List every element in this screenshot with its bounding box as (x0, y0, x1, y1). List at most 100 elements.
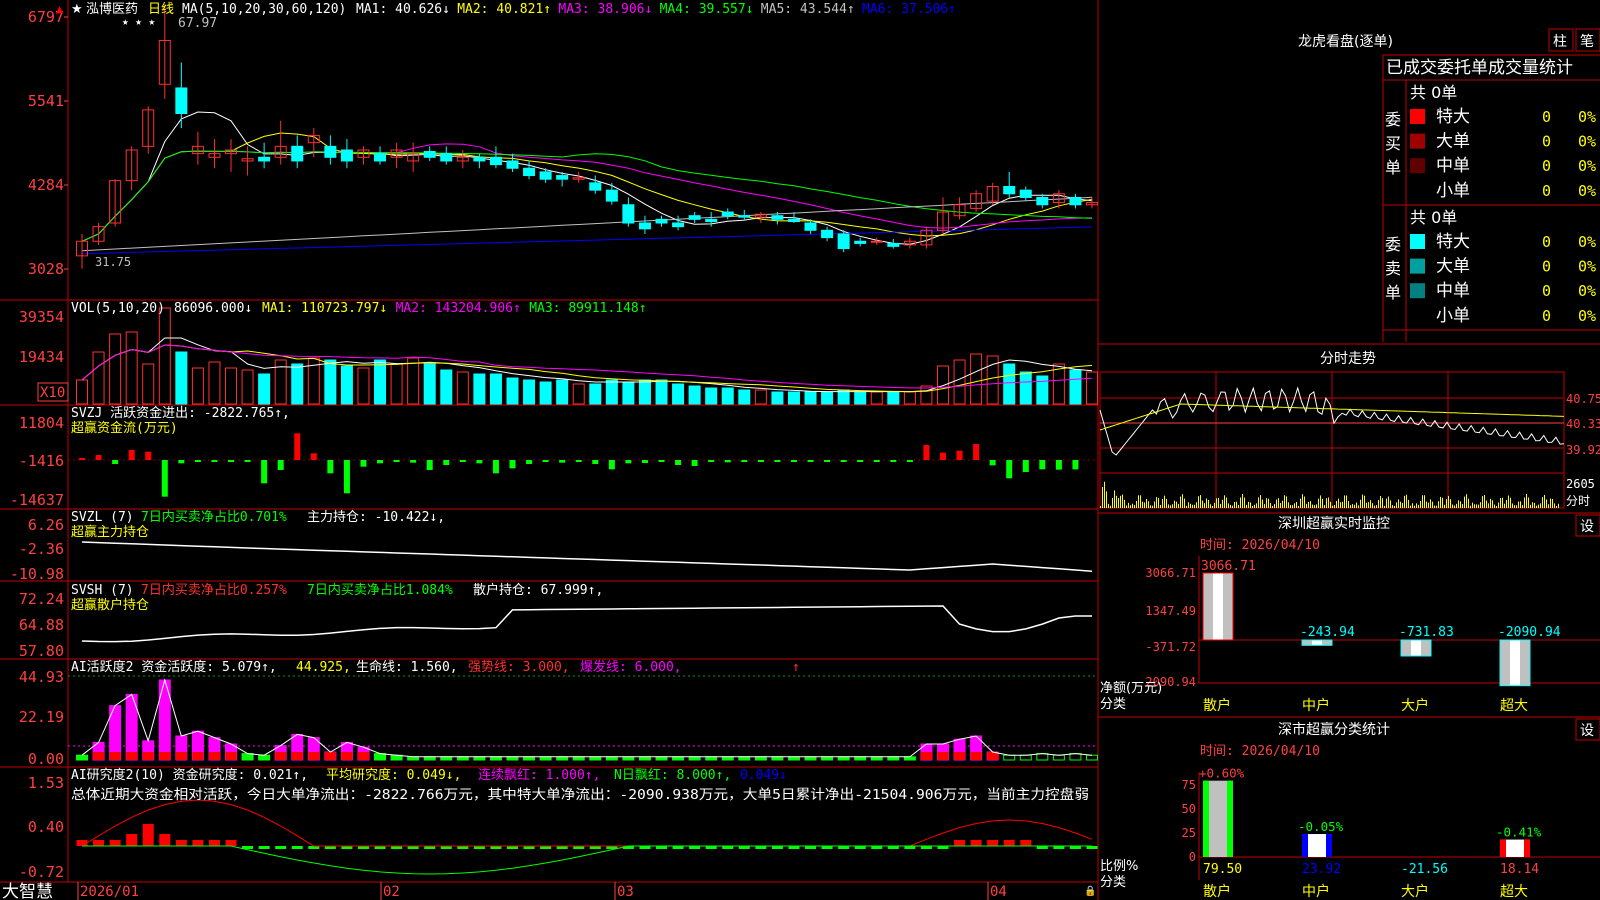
classify-tick: 50 (1182, 802, 1196, 816)
ma-title: MA(5,10,20,30,60,120) (182, 2, 346, 17)
intraday-vol-bar (1346, 495, 1347, 508)
dragon-panel[interactable]: 龙虎看盘(逐单) 柱 笔 已成交委托单成交量统计 共 0单 共 0单 委买单 委… (0, 0, 1600, 342)
intraday-vol-bar (1514, 505, 1515, 508)
ai-research-nday: N日飘红: 8.000↑, (614, 767, 731, 783)
intraday-vol-bar (1410, 505, 1411, 508)
intraday-vol-bar (1548, 504, 1549, 508)
volume-bar (473, 373, 486, 405)
classify-set-button[interactable]: 设 (1580, 723, 1594, 739)
intraday-vol-bar (1406, 494, 1407, 508)
volume-bar (92, 351, 105, 405)
classify-panel[interactable]: 深市超赢分类统计 设 时间: 2026/04/10 75 50 25 0 比例%… (1098, 716, 1600, 900)
volume-bar (175, 351, 188, 405)
svsh-sub: 超赢散户持仓 (71, 597, 149, 613)
svsh-title: SVSH (7) (71, 583, 134, 598)
fund-flow-bar (228, 460, 235, 462)
intraday-vol-bar (1192, 504, 1193, 508)
markers-icon: ★ ★ ★ (122, 15, 155, 28)
ai-research-title: AI研究度2(10) 资金研究度: 0.021↑, (71, 767, 308, 783)
research-bar (93, 840, 105, 846)
ma-line-2 (81, 132, 1093, 242)
intraday-vol-bar (1550, 498, 1551, 508)
intraday-vol-bar (1456, 503, 1457, 508)
ai-research-consec: 连续飘红: 1.000↑, (478, 767, 600, 783)
intraday-vol-bar (1496, 505, 1497, 508)
buy-total: 共 0单 (1410, 83, 1457, 102)
intraday-vol-bar (1286, 496, 1287, 508)
svzl-y-tick: 6.26 (28, 516, 64, 534)
svzl-holding: 主力持仓: -10.422↓, (307, 510, 445, 525)
intraday-vol-bar (1166, 498, 1167, 508)
volume-panel[interactable]: 39354 19434 X10 VOL(5,10,20) 86096.000↓ … (19, 301, 1098, 405)
order-color-swatch (1410, 158, 1425, 174)
svsh-panel[interactable]: 72.24 64.88 57.80 SVSH (7) 7日内买卖净占比0.257… (19, 582, 1092, 660)
research-bar (192, 840, 204, 846)
btn-bi[interactable]: 笔 (1580, 34, 1594, 50)
intraday-vol-bar (1312, 504, 1313, 508)
intraday-vol-bar (1304, 496, 1305, 508)
ma-value-6: MA6: 37.506↑ (862, 2, 956, 17)
intraday-vol-bar (1174, 500, 1175, 508)
fund-flow-bar (774, 460, 781, 462)
intraday-vol-bar (1138, 495, 1139, 508)
intraday-vol-bar (1322, 498, 1323, 508)
volume-bar (556, 379, 569, 405)
fund-flow-bar (112, 460, 119, 464)
intraday-vol-bar (1524, 497, 1525, 508)
activity-base-bar (937, 752, 949, 760)
candle (738, 209, 751, 220)
order-count: 0 (1542, 182, 1551, 200)
intraday-vol-bar (1390, 500, 1391, 508)
volume-bar (324, 359, 337, 405)
volume-bar (390, 363, 403, 405)
volume-bar (920, 385, 933, 405)
intraday-panel[interactable]: 分时走势 40.75 40.33 39.92 2605 分时 (1098, 343, 1600, 509)
buy-label-vertical: 委买单 (1385, 110, 1401, 177)
ai-active-panel[interactable]: 44.93 22.19 0.00 AI活跃度2 资金活跃度: 5.079↑, 4… (19, 659, 1098, 768)
activity-base-bar (175, 752, 187, 760)
intraday-vol-bar (1276, 499, 1277, 508)
ai-research-panel[interactable]: 1.53 0.40 -0.72 AI研究度2(10) 资金研究度: 0.021↑… (19, 767, 1098, 881)
candle (158, 4, 171, 99)
intraday-vol-bar (1240, 497, 1241, 508)
fund-flow-bar (509, 460, 516, 469)
fund-flow-bar (973, 444, 980, 460)
lock-icon: 🔒 (1084, 885, 1096, 897)
volume-bar (109, 333, 122, 405)
svzl-sub: 超赢主力持仓 (71, 524, 149, 540)
candle-panel[interactable]: 6797 5541 4284 3028 ★ 泓博医药 日线 MA(5,10,20… (28, 2, 1098, 278)
intraday-vol-bar (1454, 505, 1455, 508)
stock-star-icon: ★ (71, 2, 83, 17)
candle-body (854, 240, 867, 244)
intraday-vol-bar (1544, 494, 1545, 508)
intraday-vol-bar (1348, 501, 1349, 508)
intraday-vol-bar (1424, 495, 1425, 508)
classify-bar-value: 23.92 (1302, 862, 1341, 877)
intraday-vol-bar (1246, 504, 1247, 508)
monitor-panel[interactable]: 深圳超赢实时监控 设 时间: 2026/04/10 3066.71 1347.4… (1098, 512, 1600, 714)
btn-zhu[interactable]: 柱 (1553, 34, 1567, 50)
intraday-vol-bar (1104, 481, 1105, 508)
activity-base-bar (208, 752, 220, 760)
candle (1086, 197, 1098, 209)
up-arrow-icon: ▲ (56, 2, 64, 16)
intraday-vol-bar (1288, 502, 1289, 508)
intraday-vol-bar (1236, 501, 1237, 508)
candle (986, 182, 999, 205)
intraday-vol-bar (1526, 494, 1527, 508)
activity-base-bar (93, 752, 105, 760)
monitor-set-button[interactable]: 设 (1580, 519, 1594, 535)
intraday-vol-bar (1216, 498, 1217, 508)
volume-bar (258, 373, 271, 405)
svzl-panel[interactable]: 6.26 -2.36 -10.98 SVZL (7) 7日内买卖净占比0.701… (10, 509, 1093, 583)
intraday-tick: 40.75 (1566, 392, 1600, 406)
ma-value-4: MA4: 39.557↓ (660, 2, 754, 17)
fund-flow-bar (410, 460, 417, 463)
svzj-panel[interactable]: 11804 -1416 -14637 SVZJ 活跃资金进出: -2822.76… (10, 405, 1098, 509)
sell-rows: 特大 0 0% 大单 0 0% 中单 0 0% 小单 0 0% (1410, 232, 1596, 326)
intraday-vol-bar (1490, 498, 1491, 508)
intraday-vol-bar (1396, 502, 1397, 508)
intraday-vol-bar (1264, 504, 1265, 508)
volume-bar (970, 353, 983, 405)
classify-unit2: 分类 (1100, 875, 1126, 890)
